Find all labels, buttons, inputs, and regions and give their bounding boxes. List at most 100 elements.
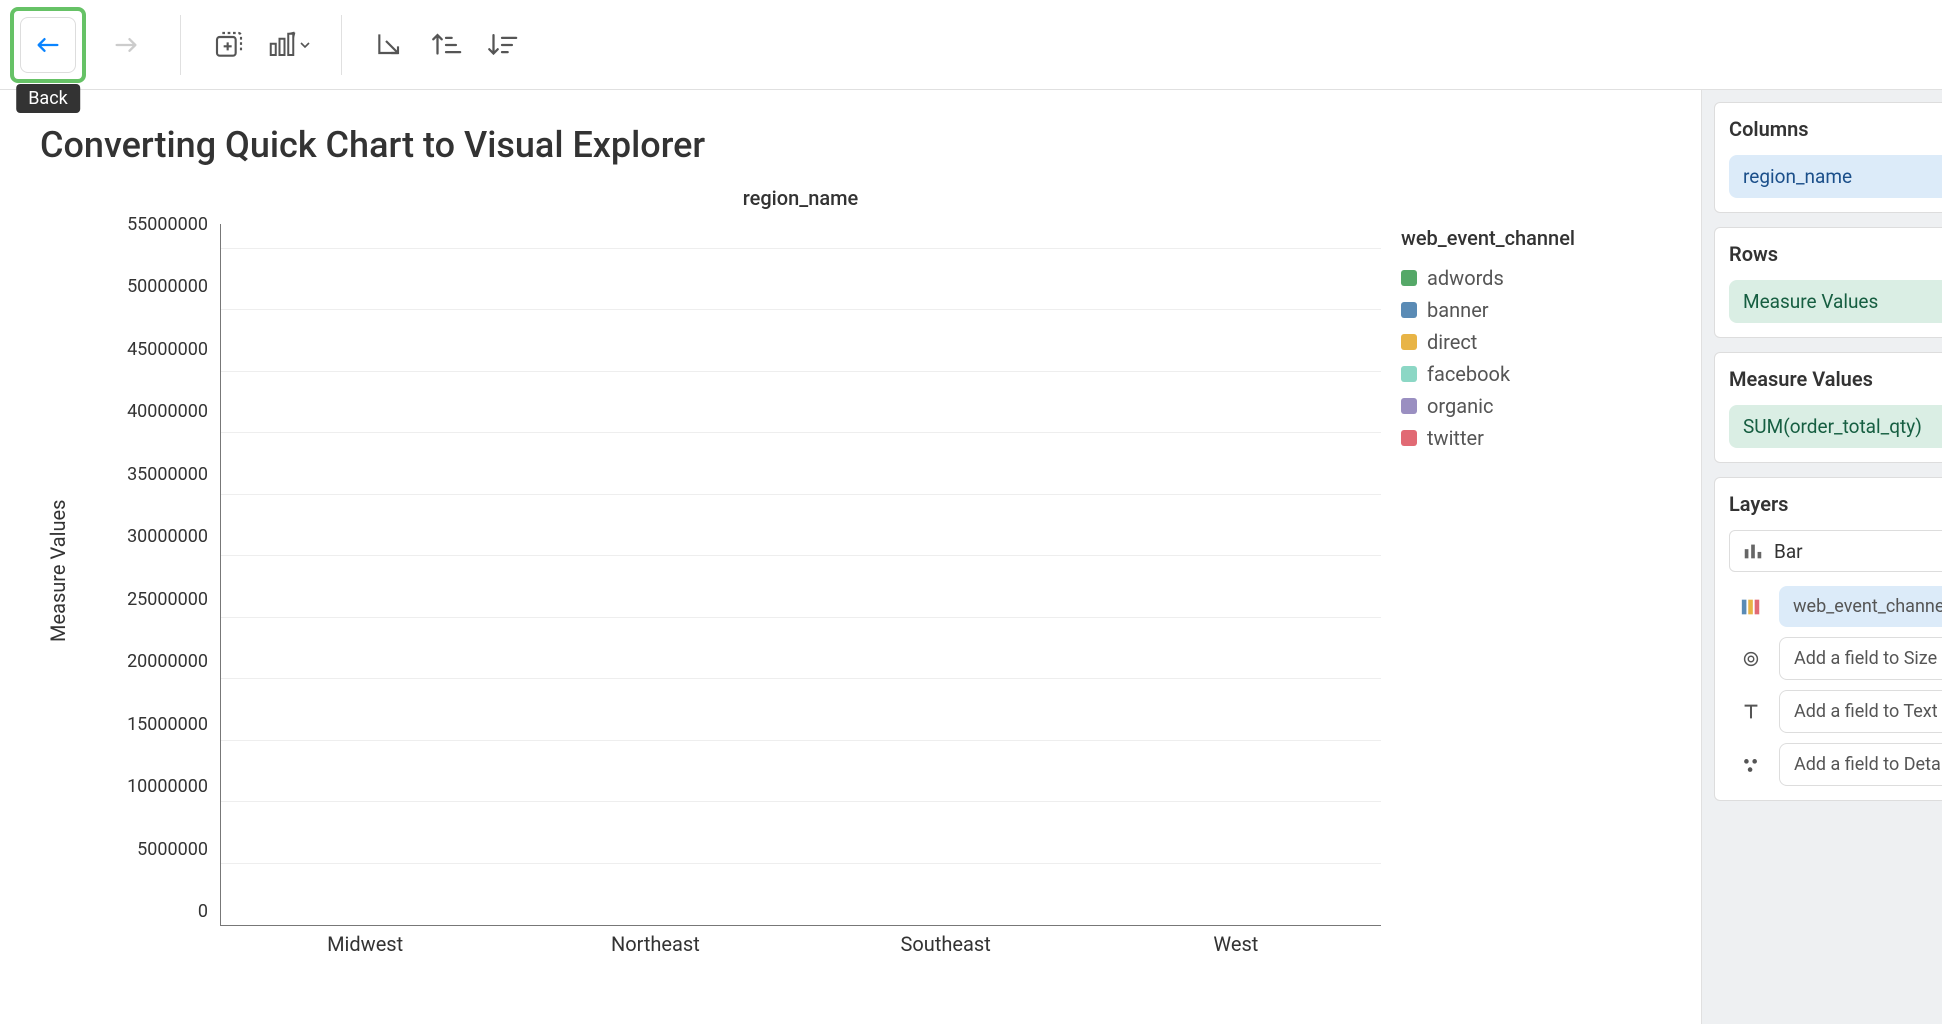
sort-asc-icon [429,28,463,62]
swap-axes-icon [374,29,406,61]
gridline [221,740,1381,741]
columns-pill-label: region_name [1743,165,1852,188]
chevron-down-icon [299,39,311,51]
legend-item-adwords[interactable]: adwords [1401,262,1661,294]
chart-wrap: Measure Values 5500000050000000450000004… [40,186,1661,956]
legend-swatch [1401,270,1417,286]
measure-values-card: Measure Values SUM(order_total_qty) ▼ [1714,352,1942,463]
back-highlight: Back [10,7,86,83]
color-icon [1737,593,1765,621]
y-axis-label: Measure Values [40,186,70,956]
legend-item-twitter[interactable]: twitter [1401,422,1661,454]
new-sheet-button[interactable] [207,23,251,67]
layer-detail-placeholder: Add a field to Detail [1794,754,1942,775]
layer-color-pill[interactable]: web_event_channel ▼ [1779,586,1942,627]
measure-values-title: Measure Values [1729,367,1942,391]
legend-title: web_event_channel [1401,226,1661,250]
gridline [221,371,1381,372]
y-tick-label: 0 [70,901,208,922]
layer-color-row: web_event_channel ▼ [1737,586,1942,627]
layer-type-select[interactable]: Bar ▼ [1729,530,1942,572]
measure-values-pill-label: SUM(order_total_qty) [1743,415,1922,438]
arrow-right-icon [112,31,140,59]
legend-label: banner [1427,298,1489,322]
layer-size-input[interactable]: Add a field to Size [1779,637,1942,680]
columns-title: Columns [1729,117,1942,141]
x-tick-label: Northeast [570,932,740,956]
gridline [221,617,1381,618]
layer-detail-input[interactable]: Add a field to Detail [1779,743,1942,786]
chart-type-icon [267,30,297,60]
main: Converting Quick Chart to Visual Explore… [0,90,1942,1024]
size-icon [1737,645,1765,673]
legend-item-banner[interactable]: banner [1401,294,1661,326]
rows-pill-label: Measure Values [1743,290,1878,313]
gridline [221,432,1381,433]
legend-label: organic [1427,394,1493,418]
page-title: Converting Quick Chart to Visual Explore… [40,124,1661,166]
detail-icon [1737,751,1765,779]
legend-item-organic[interactable]: organic [1401,390,1661,422]
layer-size-row: Add a field to Size [1737,637,1942,680]
legend-swatch [1401,302,1417,318]
x-tick-label: West [1151,932,1321,956]
y-tick-label: 10000000 [70,776,208,797]
plot-title: region_name [220,186,1381,224]
sort-asc-button[interactable] [424,23,468,67]
text-icon [1737,698,1765,726]
rows-pill[interactable]: Measure Values ▼ [1729,280,1942,323]
legend-swatch [1401,430,1417,446]
toolbar-separator [341,15,342,75]
legend-label: direct [1427,330,1477,354]
layer-type-label: Bar [1774,540,1803,563]
columns-pill[interactable]: region_name ▼ [1729,155,1942,198]
layers-title: Layers [1729,492,1942,516]
plot: region_name Midwest Northeast Southeast Wes… [220,186,1381,956]
layer-text-row: Add a field to Text [1737,690,1942,733]
legend-label: facebook [1427,362,1510,386]
forward-button [98,17,154,73]
gridline [221,248,1381,249]
layer-color-label: web_event_channel [1793,596,1942,617]
legend-item-facebook[interactable]: facebook [1401,358,1661,390]
y-axis: 5500000050000000450000004000000035000000… [70,186,220,956]
gridline [221,678,1381,679]
new-sheet-icon [213,29,245,61]
toolbar: Back [0,0,1942,90]
legend-swatch [1401,366,1417,382]
chart-type-button[interactable] [263,23,315,67]
y-tick-label: 55000000 [70,214,208,235]
layer-text-input[interactable]: Add a field to Text [1779,690,1942,733]
x-tick-label: Southeast [861,932,1031,956]
legend-item-direct[interactable]: direct [1401,326,1661,358]
y-tick-label: 50000000 [70,276,208,297]
y-tick-label: 20000000 [70,651,208,672]
layer-text-placeholder: Add a field to Text [1794,701,1938,722]
bar-chart-icon [1742,540,1764,562]
chart-area: Converting Quick Chart to Visual Explore… [0,90,1701,1024]
legend-swatch [1401,398,1417,414]
layer-detail-row: Add a field to Detail [1737,743,1942,786]
y-tick-label: 5000000 [70,839,208,860]
measure-values-pill[interactable]: SUM(order_total_qty) ▼ [1729,405,1942,448]
rows-card: Rows Measure Values ▼ [1714,227,1942,338]
legend-label: twitter [1427,426,1484,450]
x-tick-label: Midwest [280,932,450,956]
gridline [221,494,1381,495]
back-button[interactable] [20,17,76,73]
y-tick-label: 30000000 [70,526,208,547]
legend: web_event_channel adwords banner direct fac… [1401,186,1661,956]
legend-swatch [1401,334,1417,350]
legend-label: adwords [1427,266,1504,290]
gridline [221,863,1381,864]
layers-card: Layers Bar ▼ [1714,477,1942,801]
layer-size-placeholder: Add a field to Size [1794,648,1937,669]
gridline [221,555,1381,556]
y-tick-label: 25000000 [70,589,208,610]
y-axis-ticks: 5500000050000000450000004000000035000000… [70,214,220,922]
sort-desc-button[interactable] [480,23,524,67]
columns-card: Columns region_name ▼ [1714,102,1942,213]
swap-axes-button[interactable] [368,23,412,67]
sort-desc-icon [485,28,519,62]
side-panel: Columns region_name ▼ Rows Measure Value… [1701,90,1942,1024]
